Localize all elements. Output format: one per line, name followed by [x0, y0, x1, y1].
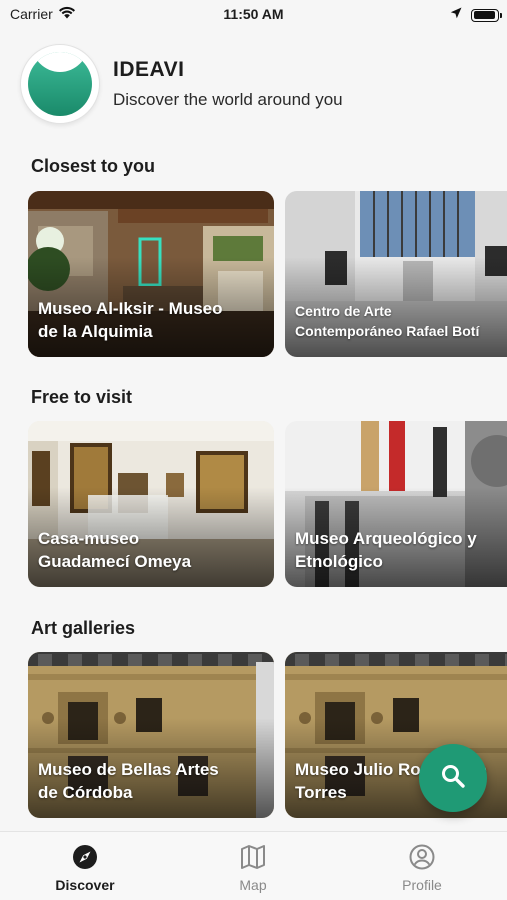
place-card[interactable]: Casa-museo Guadamecí Omeya — [28, 421, 274, 587]
place-name: Casa-museo Guadamecí Omeya — [38, 529, 192, 571]
tab-map[interactable]: Map — [193, 844, 313, 893]
place-name: Museo Arqueológico y Etnológico — [295, 529, 477, 571]
clock: 11:50 AM — [223, 6, 284, 22]
card-row-closest[interactable]: Museo Al-Iksir - Museo de la Alquimia Ce… — [28, 191, 507, 357]
status-bar: Carrier 11:50 AM — [0, 0, 507, 30]
tab-label: Profile — [402, 877, 442, 893]
app-logo — [20, 44, 100, 124]
compass-icon — [25, 844, 145, 870]
place-card[interactable]: Museo Arqueológico y Etnológico — [285, 421, 507, 587]
app-title: IDEAVI — [113, 58, 185, 81]
place-name: Museo Al-Iksir - Museo de la Alquimia — [38, 299, 223, 341]
place-card[interactable]: Centro de Arte Contemporáneo Rafael Botí — [285, 191, 507, 357]
section-title-free: Free to visit — [31, 387, 133, 407]
tab-label: Discover — [55, 877, 115, 893]
profile-icon — [362, 844, 482, 870]
search-button[interactable] — [419, 744, 487, 812]
map-icon — [193, 844, 313, 870]
place-card[interactable]: Museo de Bellas Artes de Córdoba — [28, 652, 274, 818]
place-card[interactable]: Museo Al-Iksir - Museo de la Alquimia — [28, 191, 274, 357]
card-row-free[interactable]: Casa-museo Guadamecí Omeya Museo Arqueol… — [28, 421, 507, 587]
section-title-closest: Closest to you — [31, 156, 156, 176]
battery-level — [473, 11, 496, 19]
tab-discover[interactable]: Discover — [25, 844, 145, 893]
tab-bar: Discover Map Profile — [0, 831, 507, 900]
place-name: Centro de Arte Contemporáneo Rafael Botí — [295, 303, 480, 339]
search-icon — [440, 763, 466, 794]
app-tagline: Discover the world around you — [113, 90, 343, 109]
section-title-art: Art galleries — [31, 618, 136, 638]
tab-profile[interactable]: Profile — [362, 844, 482, 893]
tab-label: Map — [239, 877, 267, 893]
location-arrow-icon — [450, 6, 462, 24]
battery-icon — [471, 8, 502, 22]
logo-mark — [28, 52, 92, 116]
discover-screen: Carrier 11:50 AM IDEAVI Discover the wor… — [0, 0, 507, 900]
place-name: Museo de Bellas Artes de Córdoba — [38, 760, 219, 802]
